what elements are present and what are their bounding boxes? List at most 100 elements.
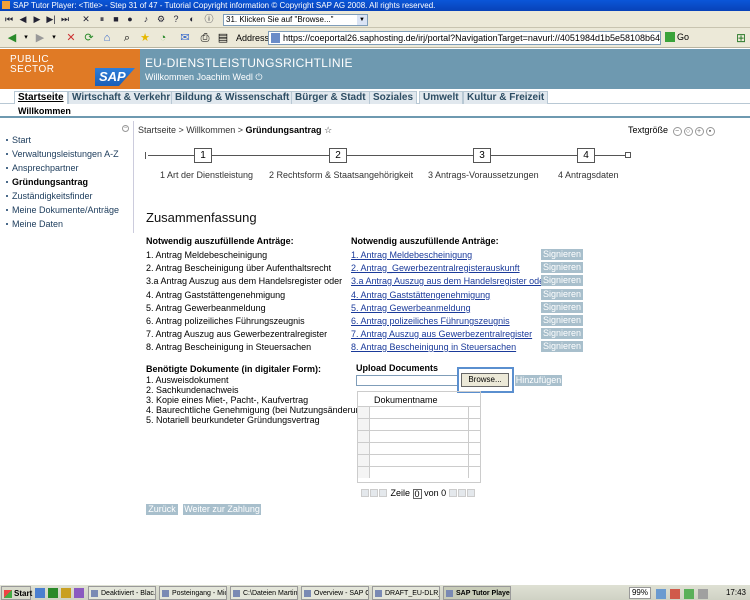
zoom-reset-icon[interactable]: ○	[683, 127, 693, 136]
step-3-box[interactable]: 3	[473, 148, 491, 163]
back-dropdown-icon[interactable]: ▾	[22, 31, 30, 45]
help-icon[interactable]: ?	[170, 14, 182, 25]
record-icon[interactable]: ●	[124, 14, 136, 25]
request-link[interactable]: 8. Antrag Bescheinigung in Steuersachen	[351, 342, 516, 352]
taskbar-item-active[interactable]: SAP Tutor Playe...	[443, 586, 511, 600]
tab-soziales[interactable]: Soziales	[369, 91, 418, 104]
table-row[interactable]	[358, 442, 480, 454]
stop-load-icon[interactable]: ✕	[64, 31, 78, 45]
pause-icon[interactable]: ⏸	[96, 14, 108, 25]
battery-percent[interactable]: 99%	[629, 587, 651, 599]
logout-icon[interactable]: ⏻	[255, 72, 262, 82]
sign-button[interactable]: Signieren	[541, 249, 583, 260]
step-4-box[interactable]: 4	[577, 148, 595, 163]
quicklaunch-icon[interactable]	[61, 588, 71, 598]
go-button[interactable]: Go	[665, 32, 689, 42]
request-link[interactable]: 3.a Antrag Auszug aus dem Handelsregiste…	[351, 276, 547, 286]
stop-icon[interactable]: ■	[110, 14, 122, 25]
sign-button[interactable]: Signieren	[541, 315, 583, 326]
zoom-out-icon[interactable]: −	[672, 127, 682, 136]
nav-item-start[interactable]: Start	[6, 135, 31, 145]
settings-icon[interactable]: ⚙	[155, 14, 167, 25]
tab-wirtschaft[interactable]: Wirtschaft & Verkehr	[68, 91, 175, 104]
search-icon[interactable]: ⌕	[120, 31, 134, 45]
table-row[interactable]	[358, 430, 480, 442]
refresh-icon[interactable]: ⟳	[82, 31, 96, 45]
volume-icon[interactable]: ♪	[140, 14, 152, 25]
back-button[interactable]: Zurück	[146, 504, 178, 515]
quicklaunch-icon[interactable]	[74, 588, 84, 598]
file-path-input[interactable]	[356, 375, 459, 386]
zoom-in-icon[interactable]: +	[694, 127, 704, 136]
print-icon[interactable]: ⎙	[198, 31, 212, 45]
sign-button[interactable]: Signieren	[541, 341, 583, 352]
tab-umwelt[interactable]: Umwelt	[419, 91, 463, 104]
taskbar-item[interactable]: Deaktiviert - Blac...	[88, 586, 156, 600]
edit-icon[interactable]: ▤	[216, 31, 230, 45]
play-icon[interactable]: ▶	[31, 14, 43, 25]
taskbar-item[interactable]: DRAFT_EU-DLR_...	[372, 586, 440, 600]
tab-bildung[interactable]: Bildung & Wissenschaft	[171, 91, 294, 104]
request-link[interactable]: 7. Antrag Auszug aus Gewerbezentralregis…	[351, 329, 532, 339]
last-page-icon[interactable]	[466, 489, 475, 497]
row-selector[interactable]	[358, 467, 370, 478]
close-icon[interactable]: ✕	[80, 14, 92, 25]
tray-icon[interactable]	[698, 589, 708, 599]
request-link[interactable]: 1. Antrag Meldebescheinigung	[351, 250, 472, 260]
step-2-box[interactable]: 2	[329, 148, 347, 163]
sign-button[interactable]: Signieren	[541, 328, 583, 339]
request-link[interactable]: 6. Antrag polizeiliches Führungszeugnis	[351, 316, 510, 326]
tab-kultur[interactable]: Kultur & Freizeit	[463, 91, 549, 104]
forward-icon[interactable]: ▶	[32, 31, 48, 45]
tray-icon[interactable]	[684, 589, 694, 599]
prev-row-icon[interactable]	[379, 489, 387, 497]
table-row[interactable]	[358, 418, 480, 430]
mail-icon[interactable]: ✉	[178, 31, 192, 45]
favorites-icon[interactable]: ★	[138, 31, 152, 45]
first-page-icon[interactable]	[361, 489, 369, 497]
table-row[interactable]	[358, 406, 480, 418]
sign-button[interactable]: Signieren	[541, 302, 583, 313]
subnav-welcome[interactable]: Willkommen	[18, 106, 71, 116]
nav-item-gruendungsantrag[interactable]: Gründungsantrag	[6, 177, 88, 187]
row-selector[interactable]	[358, 443, 370, 454]
back-icon[interactable]: ◀	[3, 31, 21, 45]
next-page-icon[interactable]	[457, 489, 466, 497]
history-icon[interactable]: ◔	[156, 31, 170, 45]
sign-button[interactable]: Signieren	[541, 262, 583, 273]
prev-step-icon[interactable]: ◀	[17, 14, 29, 25]
browse-button[interactable]: Browse...	[461, 373, 509, 387]
nav-item-verwaltung[interactable]: Verwaltungsleistungen A-Z	[6, 149, 119, 159]
sign-button[interactable]: Signieren	[541, 289, 583, 300]
request-link[interactable]: 5. Antrag Gewerbeanmeldung	[351, 303, 471, 313]
breadcrumb-path[interactable]: Startseite > Willkommen >	[138, 125, 246, 135]
row-number-input[interactable]: 0	[412, 489, 422, 499]
taskbar-item[interactable]: Overview - SAP C...	[301, 586, 369, 600]
tray-icon[interactable]	[670, 589, 680, 599]
forward-dropdown-icon[interactable]: ▾	[50, 31, 58, 45]
taskbar-item[interactable]: Posteingang - Mic...	[159, 586, 227, 600]
tab-startseite[interactable]: Startseite	[14, 91, 68, 104]
quicklaunch-icon[interactable]	[35, 588, 45, 598]
nav-item-ansprechpartner[interactable]: Ansprechpartner	[6, 163, 79, 173]
step-select[interactable]: 31. Klicken Sie auf "Browse..." ▼	[223, 14, 368, 26]
tray-icon[interactable]	[656, 589, 666, 599]
start-button[interactable]: Start	[1, 586, 32, 600]
step-1-box[interactable]: 1	[194, 148, 212, 163]
row-selector[interactable]	[358, 407, 370, 418]
next-row-icon[interactable]	[448, 489, 457, 497]
last-step-icon[interactable]: ⏭	[59, 14, 71, 25]
quicklaunch-icon[interactable]	[48, 588, 58, 598]
continue-payment-button[interactable]: Weiter zur Zahlung	[183, 504, 261, 515]
row-selector[interactable]	[358, 431, 370, 442]
prev-page-icon[interactable]	[370, 489, 378, 497]
next-step-icon[interactable]: ▶|	[45, 14, 57, 25]
mode-icon[interactable]: ◐	[186, 14, 198, 25]
address-bar[interactable]: https://coeportal26.saphosting.de/irj/po…	[268, 31, 661, 45]
info-icon[interactable]: ⓘ	[203, 14, 215, 25]
home-icon[interactable]: ⌂	[100, 31, 114, 45]
tab-buerger[interactable]: Bürger & Stadt	[291, 91, 370, 104]
print-page-icon[interactable]: ▪	[705, 127, 715, 136]
nav-item-dokumente[interactable]: Meine Dokumente/Anträge	[6, 205, 119, 215]
taskbar-item[interactable]: C:\Dateien Martin...	[230, 586, 298, 600]
